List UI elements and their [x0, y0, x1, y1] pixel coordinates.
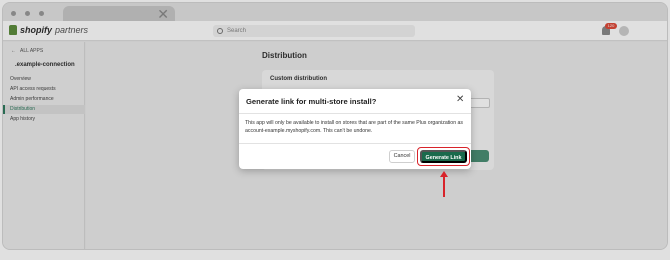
dialog-body: This app will only be available to insta… [245, 120, 463, 134]
dialog-title: Generate link for multi-store install? [246, 97, 377, 106]
divider [239, 113, 471, 114]
screen: ✕ shopify partners Search 120 ← ALL APPS… [0, 0, 670, 260]
generate-link-dialog: Generate link for multi-store install? ✕… [239, 89, 471, 169]
divider [239, 143, 471, 144]
cancel-button[interactable]: Cancel [389, 150, 415, 163]
close-icon[interactable]: ✕ [456, 94, 464, 106]
generate-link-button[interactable]: Generate Link [420, 150, 467, 163]
annotation-arrow-line [443, 175, 445, 197]
